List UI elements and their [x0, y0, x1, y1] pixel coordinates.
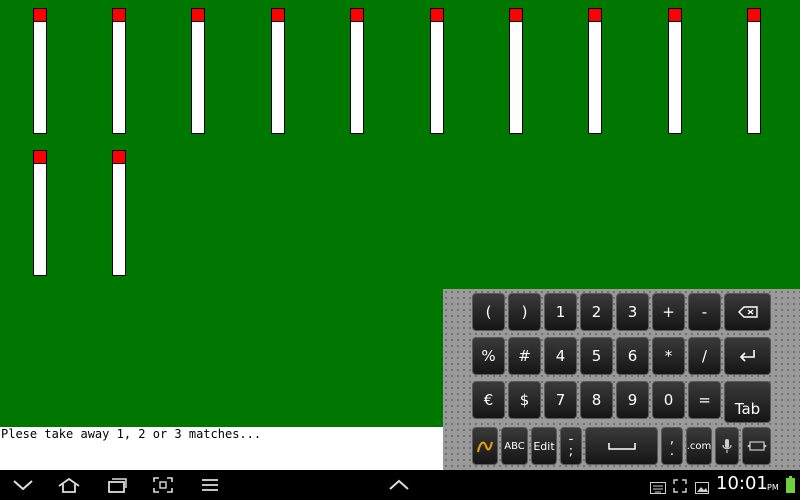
enter-icon [739, 350, 755, 362]
match[interactable] [747, 8, 761, 134]
key-semicolon-label: ; [568, 444, 574, 459]
key-open-paren[interactable]: ( [472, 293, 505, 331]
key-mic[interactable] [715, 427, 739, 465]
keyboard-icon [650, 479, 666, 498]
match[interactable] [191, 8, 205, 134]
home-button[interactable] [57, 474, 81, 496]
match-stick [350, 22, 364, 134]
recent-apps-icon [108, 478, 127, 493]
match-stick [33, 164, 47, 276]
battery-icon [786, 476, 795, 497]
swype-icon [477, 441, 493, 453]
status-ampm: PM [767, 483, 779, 492]
key-plus[interactable]: + [652, 293, 685, 331]
key-slash[interactable]: / [688, 337, 721, 375]
match-head [350, 8, 364, 22]
key-edit[interactable]: Edit [531, 427, 557, 465]
match[interactable] [350, 8, 364, 134]
match-head [509, 8, 523, 22]
fullscreen-icon [673, 478, 687, 497]
menu-button[interactable] [198, 474, 222, 496]
key-enter[interactable] [724, 337, 771, 375]
key-dollar[interactable]: $ [508, 381, 541, 419]
key-swype[interactable] [472, 427, 498, 465]
match-head [588, 8, 602, 22]
key-7[interactable]: 7 [544, 381, 577, 419]
key-1[interactable]: 1 [544, 293, 577, 331]
key-dotcom[interactable]: .com [686, 427, 712, 465]
match-stick [430, 22, 444, 134]
match-stick [191, 22, 205, 134]
match-stick [747, 22, 761, 134]
match-stick [112, 164, 126, 276]
key-4[interactable]: 4 [544, 337, 577, 375]
key-backspace[interactable] [724, 293, 771, 331]
key-euro[interactable]: € [472, 381, 505, 419]
keyboard-hide-button[interactable] [387, 474, 411, 496]
key-keyboard-settings[interactable] [742, 427, 771, 465]
picture-icon [695, 479, 709, 498]
match[interactable] [271, 8, 285, 134]
system-nav-bar: 10:01 PM [0, 470, 800, 500]
console-area: Plese take away 1, 2 or 3 matches... [0, 427, 443, 470]
match[interactable] [668, 8, 682, 134]
back-button[interactable] [11, 474, 35, 496]
key-0[interactable]: 0 [652, 381, 685, 419]
key-abc[interactable]: ABC [501, 427, 528, 465]
key-dash-semicolon[interactable]: -; [560, 427, 582, 465]
match-head [191, 8, 205, 22]
match-stick [509, 22, 523, 134]
console-prompt: Plese take away 1, 2 or 3 matches... [1, 427, 262, 441]
match-stick [33, 22, 47, 134]
match-head [33, 150, 47, 164]
keyboard-hide-icon [389, 479, 409, 490]
key-3[interactable]: 3 [616, 293, 649, 331]
key-close-paren[interactable]: ) [508, 293, 541, 331]
key-8[interactable]: 8 [580, 381, 613, 419]
key-minus[interactable]: - [688, 293, 721, 331]
space-icon [607, 443, 636, 450]
key-asterisk[interactable]: * [652, 337, 685, 375]
key-9[interactable]: 9 [616, 381, 649, 419]
match-head [668, 8, 682, 22]
match[interactable] [33, 8, 47, 134]
screenshot-button[interactable] [151, 474, 175, 496]
key-hash[interactable]: # [508, 337, 541, 375]
keyboard-settings-icon [746, 441, 767, 451]
match-head [112, 150, 126, 164]
match-head [430, 8, 444, 22]
match[interactable] [509, 8, 523, 134]
match-stick [112, 22, 126, 134]
match-head [271, 8, 285, 22]
match[interactable] [112, 150, 126, 276]
key-2[interactable]: 2 [580, 293, 613, 331]
match-stick [271, 22, 285, 134]
key-6[interactable]: 6 [616, 337, 649, 375]
match-head [747, 8, 761, 22]
key-percent[interactable]: % [472, 337, 505, 375]
home-icon [58, 477, 80, 493]
key-equals[interactable]: = [688, 381, 721, 419]
key-5[interactable]: 5 [580, 337, 613, 375]
recent-apps-button[interactable] [104, 474, 128, 496]
status-time: 10:01 [716, 473, 768, 494]
screenshot-icon [153, 477, 173, 493]
backspace-icon [737, 306, 758, 318]
microphone-icon [722, 439, 732, 453]
key-space[interactable] [585, 427, 658, 465]
match-stick [668, 22, 682, 134]
onscreen-keyboard: ( ) 1 2 3 + - % # 4 5 6 * / € $ 7 8 9 0 … [443, 289, 800, 470]
match[interactable] [112, 8, 126, 134]
key-comma-period[interactable]: ,. [661, 427, 683, 465]
match-stick [588, 22, 602, 134]
match[interactable] [33, 150, 47, 276]
key-period-label: . [669, 444, 675, 459]
menu-icon [202, 479, 218, 491]
back-icon [13, 480, 33, 491]
match[interactable] [588, 8, 602, 134]
key-tab[interactable]: Tab [724, 381, 771, 423]
match[interactable] [430, 8, 444, 134]
match-head [112, 8, 126, 22]
match-head [33, 8, 47, 22]
